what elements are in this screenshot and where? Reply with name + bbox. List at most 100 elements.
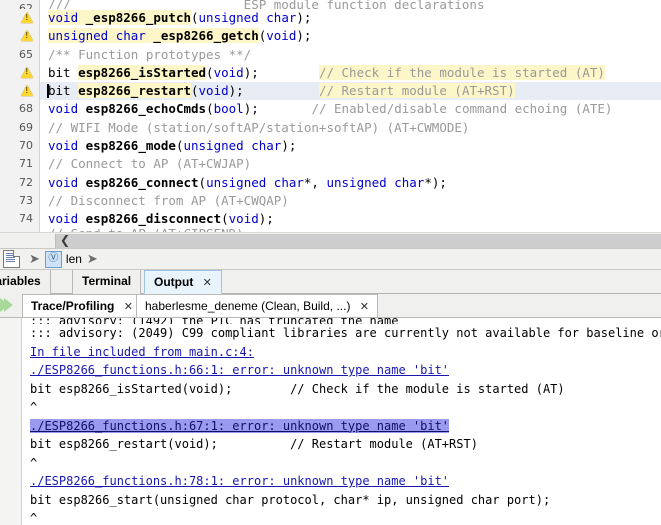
breadcrumb[interactable]: ➤ Ⓥ len ➤ (0, 248, 661, 270)
code-text: // Connect to AP (AT+CWJAP) (48, 155, 251, 173)
code-token: unsigned char (326, 175, 424, 190)
warning-triangle-icon (21, 85, 33, 96)
run-arrow-icon[interactable] (4, 298, 13, 312)
console-line[interactable]: ./ESP8266_functions.h:67:1: error: unkno… (30, 417, 661, 436)
tab-terminal-label: Terminal (82, 274, 131, 288)
code-token: // Disconnect from AP (AT+CWQAP) (48, 193, 289, 208)
code-line[interactable]: bit esp8266_restart(void); // Restart mo… (0, 82, 661, 100)
code-token: ); (259, 211, 274, 226)
code-token: ); (296, 10, 311, 25)
tab-output-label: Output (154, 275, 193, 289)
console-text: bit esp8266_restart(void); // Restart mo… (30, 437, 478, 451)
code-token: ( (206, 65, 214, 80)
code-token: esp8266_isStarted (78, 65, 206, 80)
console-lines-container[interactable]: ::: advisory: (1492) the PIC has truncat… (30, 318, 661, 525)
code-token: esp8266_restart (78, 83, 191, 98)
code-token: unsigned char (206, 175, 304, 190)
tab-output[interactable]: Output ✕ (144, 270, 222, 294)
scroll-left-arrow-icon[interactable]: ❮ (58, 233, 72, 248)
console-gutter (0, 318, 22, 525)
code-token: void (48, 138, 86, 153)
code-token: void (266, 28, 296, 43)
code-line[interactable]: 62 /// ______________________ESP module f… (0, 0, 661, 9)
tab-build-output[interactable]: haberlesme_deneme (Clean, Build, ...) ✕ (136, 294, 378, 317)
warning-icon (0, 9, 40, 27)
code-line[interactable]: 73 // Disconnect from AP (AT+CWQAP) (0, 192, 661, 210)
tab-variables[interactable]: Variables (0, 270, 51, 294)
warning-icon (0, 27, 40, 45)
code-text: // Disconnect from AP (AT+CWQAP) (48, 192, 289, 210)
error-link[interactable]: In file included from main.c:4: (30, 345, 254, 359)
output-console[interactable]: ::: advisory: (1492) the PIC has truncat… (0, 317, 661, 525)
code-line[interactable]: bit esp8266_isStarted(void); // Check if… (0, 64, 661, 82)
console-line[interactable]: ./ESP8266_functions.h:66:1: error: unkno… (30, 361, 661, 380)
console-line[interactable]: ^ (30, 454, 661, 473)
line-number-label: 75 (0, 229, 33, 232)
variable-icon: Ⓥ (45, 251, 62, 268)
console-line[interactable]: bit esp8266_start(unsigned char protocol… (30, 491, 661, 510)
source-editor[interactable]: 62 /// ______________________ESP module f… (0, 0, 661, 232)
code-token: esp8266_mode (86, 138, 176, 153)
close-icon[interactable]: ✕ (360, 301, 369, 313)
code-line[interactable]: unsigned char _esp8266_getch(void); (0, 27, 661, 45)
line-number-label: 74 (0, 210, 33, 228)
close-icon[interactable]: ✕ (124, 301, 133, 313)
code-line[interactable]: 74 void esp8266_disconnect(void); (0, 210, 661, 228)
code-token: /** Function prototypes **/ (48, 47, 251, 62)
code-text: /// ______________________ESP module fun… (48, 0, 590, 9)
error-link[interactable]: ./ESP8266_functions.h:66:1: error: unkno… (30, 363, 449, 377)
console-line[interactable]: ^ (30, 509, 661, 525)
chevron-right-icon-2: ➤ (87, 252, 98, 267)
line-number-label: 73 (0, 192, 33, 210)
scrollbar-thumb[interactable] (55, 234, 661, 248)
warning-icon (0, 82, 40, 100)
close-icon[interactable]: ✕ (203, 277, 212, 289)
tab-terminal[interactable]: Terminal (72, 270, 141, 294)
code-token: ); (244, 65, 319, 80)
code-text: void esp8266_echoCmds(bool); // Enabled/… (48, 100, 612, 118)
console-line[interactable]: ::: advisory: (2049) C99 compliant libra… (30, 324, 661, 343)
code-line[interactable]: 70void esp8266_mode(unsigned char); (0, 137, 661, 155)
console-line[interactable]: bit esp8266_isStarted(void); // Check if… (30, 380, 661, 399)
code-token: *); (424, 175, 447, 190)
console-line[interactable]: ./ESP8266_functions.h:78:1: error: unkno… (30, 472, 661, 491)
error-link-selected[interactable]: ./ESP8266_functions.h:67:1: error: unkno… (30, 419, 449, 433)
code-line[interactable]: 65/** Function prototypes **/ (0, 46, 661, 64)
console-line[interactable]: ^ (30, 398, 661, 417)
code-token: void (199, 83, 229, 98)
code-line[interactable]: 71// Connect to AP (AT+CWJAP) (0, 155, 661, 173)
code-text: /** Function prototypes **/ (48, 46, 251, 64)
editor-horizontal-scrollbar[interactable]: ❮ (0, 232, 661, 248)
warning-triangle-icon (21, 67, 33, 78)
console-line[interactable]: In file included from main.c:4: (30, 343, 661, 362)
code-token: // WIFI Mode (station/softAP/station+sof… (48, 120, 469, 135)
code-token: // Enabled/disable command echoing (ATE) (311, 101, 612, 116)
code-lines-container[interactable]: 62 /// ______________________ESP module f… (0, 0, 661, 232)
breadcrumb-item-len[interactable]: len (66, 252, 82, 266)
file-icon[interactable] (3, 250, 20, 268)
code-token: void (48, 175, 86, 190)
ide-window: 62 /// ______________________ESP module f… (0, 0, 661, 525)
code-text: // WIFI Mode (station/softAP/station+sof… (48, 119, 469, 137)
window-tab-bar[interactable]: Variables Terminal Output ✕ (0, 270, 661, 294)
code-text: bit esp8266_restart(void); // Restart mo… (48, 82, 515, 100)
code-token: *, (304, 175, 327, 190)
console-text: ::: advisory: (2049) C99 compliant libra… (30, 326, 661, 340)
console-line[interactable]: bit esp8266_restart(void); // Restart mo… (30, 435, 661, 454)
code-line[interactable]: 68void esp8266_echoCmds(bool); // Enable… (0, 100, 661, 118)
line-number: 72 (0, 174, 40, 192)
code-text: void _esp8266_putch(unsigned char); (48, 9, 311, 27)
code-line[interactable]: void _esp8266_putch(unsigned char); (0, 9, 661, 27)
code-text: void esp8266_disconnect(void); (48, 210, 274, 228)
line-number: 62 (0, 0, 40, 9)
console-text: bit esp8266_start(unsigned char protocol… (30, 493, 550, 507)
tab-variables-label: Variables (0, 274, 41, 288)
output-tab-bar[interactable]: Trace/Profiling ✕ haberlesme_deneme (Cle… (0, 294, 661, 317)
chevron-right-icon: ➤ (29, 252, 40, 267)
code-line[interactable]: 72void esp8266_connect(unsigned char*, u… (0, 174, 661, 192)
code-token: bit (48, 83, 78, 98)
error-link[interactable]: ./ESP8266_functions.h:78:1: error: unkno… (30, 474, 449, 488)
code-token: unsigned char (199, 10, 297, 25)
tab-trace-profiling[interactable]: Trace/Profiling ✕ (22, 294, 142, 317)
code-line[interactable]: 69// WIFI Mode (station/softAP/station+s… (0, 119, 661, 137)
